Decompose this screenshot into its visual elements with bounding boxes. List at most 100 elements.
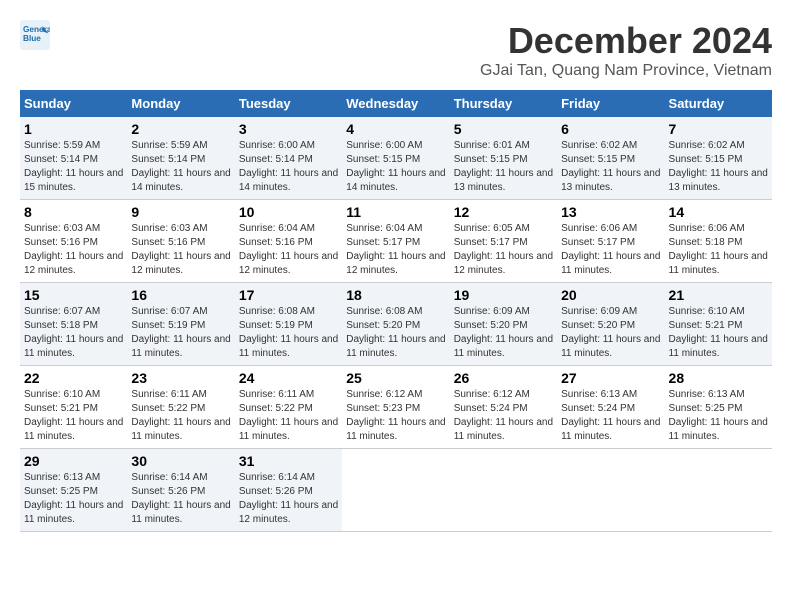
day-number: 22 <box>24 370 123 386</box>
day-number: 13 <box>561 204 660 220</box>
calendar-week-row: 15 Sunrise: 6:07 AM Sunset: 5:18 PM Dayl… <box>20 283 772 366</box>
month-title: December 2024 <box>480 20 772 62</box>
day-info: Sunrise: 6:03 AM Sunset: 5:16 PM Dayligh… <box>131 222 230 278</box>
calendar-cell: 9 Sunrise: 6:03 AM Sunset: 5:16 PM Dayli… <box>127 200 234 283</box>
day-number: 26 <box>454 370 553 386</box>
calendar-cell: 10 Sunrise: 6:04 AM Sunset: 5:16 PM Dayl… <box>235 200 342 283</box>
day-info: Sunrise: 6:07 AM Sunset: 5:19 PM Dayligh… <box>131 305 230 361</box>
weekday-header: Tuesday <box>235 90 342 117</box>
day-number: 14 <box>669 204 768 220</box>
calendar-cell: 17 Sunrise: 6:08 AM Sunset: 5:19 PM Dayl… <box>235 283 342 366</box>
day-number: 17 <box>239 287 338 303</box>
day-number: 30 <box>131 453 230 469</box>
weekday-header: Saturday <box>665 90 772 117</box>
day-info: Sunrise: 6:12 AM Sunset: 5:24 PM Dayligh… <box>454 388 553 444</box>
calendar-cell: 3 Sunrise: 6:00 AM Sunset: 5:14 PM Dayli… <box>235 117 342 200</box>
calendar-cell: 15 Sunrise: 6:07 AM Sunset: 5:18 PM Dayl… <box>20 283 127 366</box>
calendar-cell: 5 Sunrise: 6:01 AM Sunset: 5:15 PM Dayli… <box>450 117 557 200</box>
day-info: Sunrise: 5:59 AM Sunset: 5:14 PM Dayligh… <box>131 139 230 195</box>
calendar-cell: 27 Sunrise: 6:13 AM Sunset: 5:24 PM Dayl… <box>557 366 664 449</box>
day-info: Sunrise: 6:10 AM Sunset: 5:21 PM Dayligh… <box>24 388 123 444</box>
day-info: Sunrise: 6:14 AM Sunset: 5:26 PM Dayligh… <box>239 471 338 527</box>
weekday-header: Wednesday <box>342 90 449 117</box>
calendar-cell: 14 Sunrise: 6:06 AM Sunset: 5:18 PM Dayl… <box>665 200 772 283</box>
day-info: Sunrise: 6:02 AM Sunset: 5:15 PM Dayligh… <box>561 139 660 195</box>
day-number: 5 <box>454 121 553 137</box>
calendar-cell: 1 Sunrise: 5:59 AM Sunset: 5:14 PM Dayli… <box>20 117 127 200</box>
day-info: Sunrise: 6:11 AM Sunset: 5:22 PM Dayligh… <box>131 388 230 444</box>
weekday-header: Thursday <box>450 90 557 117</box>
location-title: GJai Tan, Quang Nam Province, Vietnam <box>480 62 772 80</box>
calendar-cell: 24 Sunrise: 6:11 AM Sunset: 5:22 PM Dayl… <box>235 366 342 449</box>
day-info: Sunrise: 6:09 AM Sunset: 5:20 PM Dayligh… <box>561 305 660 361</box>
day-info: Sunrise: 6:04 AM Sunset: 5:16 PM Dayligh… <box>239 222 338 278</box>
day-info: Sunrise: 6:13 AM Sunset: 5:25 PM Dayligh… <box>24 471 123 527</box>
svg-text:General: General <box>23 25 50 34</box>
day-info: Sunrise: 6:08 AM Sunset: 5:19 PM Dayligh… <box>239 305 338 361</box>
calendar-cell <box>450 449 557 532</box>
day-number: 16 <box>131 287 230 303</box>
day-info: Sunrise: 6:01 AM Sunset: 5:15 PM Dayligh… <box>454 139 553 195</box>
calendar-cell: 18 Sunrise: 6:08 AM Sunset: 5:20 PM Dayl… <box>342 283 449 366</box>
day-number: 25 <box>346 370 445 386</box>
calendar-cell: 16 Sunrise: 6:07 AM Sunset: 5:19 PM Dayl… <box>127 283 234 366</box>
calendar-cell: 25 Sunrise: 6:12 AM Sunset: 5:23 PM Dayl… <box>342 366 449 449</box>
day-number: 27 <box>561 370 660 386</box>
weekday-header-row: SundayMondayTuesdayWednesdayThursdayFrid… <box>20 90 772 117</box>
calendar-cell: 29 Sunrise: 6:13 AM Sunset: 5:25 PM Dayl… <box>20 449 127 532</box>
calendar-cell: 6 Sunrise: 6:02 AM Sunset: 5:15 PM Dayli… <box>557 117 664 200</box>
page-header: General Blue December 2024 GJai Tan, Qua… <box>20 20 772 80</box>
calendar-week-row: 8 Sunrise: 6:03 AM Sunset: 5:16 PM Dayli… <box>20 200 772 283</box>
day-number: 19 <box>454 287 553 303</box>
day-info: Sunrise: 6:06 AM Sunset: 5:18 PM Dayligh… <box>669 222 768 278</box>
weekday-header: Monday <box>127 90 234 117</box>
day-info: Sunrise: 6:08 AM Sunset: 5:20 PM Dayligh… <box>346 305 445 361</box>
calendar-cell: 26 Sunrise: 6:12 AM Sunset: 5:24 PM Dayl… <box>450 366 557 449</box>
calendar-cell: 7 Sunrise: 6:02 AM Sunset: 5:15 PM Dayli… <box>665 117 772 200</box>
calendar-cell: 2 Sunrise: 5:59 AM Sunset: 5:14 PM Dayli… <box>127 117 234 200</box>
day-info: Sunrise: 6:02 AM Sunset: 5:15 PM Dayligh… <box>669 139 768 195</box>
day-number: 4 <box>346 121 445 137</box>
calendar-cell <box>665 449 772 532</box>
day-info: Sunrise: 6:13 AM Sunset: 5:25 PM Dayligh… <box>669 388 768 444</box>
calendar-cell: 23 Sunrise: 6:11 AM Sunset: 5:22 PM Dayl… <box>127 366 234 449</box>
day-info: Sunrise: 5:59 AM Sunset: 5:14 PM Dayligh… <box>24 139 123 195</box>
day-number: 11 <box>346 204 445 220</box>
day-number: 29 <box>24 453 123 469</box>
calendar-cell: 11 Sunrise: 6:04 AM Sunset: 5:17 PM Dayl… <box>342 200 449 283</box>
day-number: 23 <box>131 370 230 386</box>
day-number: 2 <box>131 121 230 137</box>
day-info: Sunrise: 6:00 AM Sunset: 5:15 PM Dayligh… <box>346 139 445 195</box>
calendar-week-row: 29 Sunrise: 6:13 AM Sunset: 5:25 PM Dayl… <box>20 449 772 532</box>
day-info: Sunrise: 6:03 AM Sunset: 5:16 PM Dayligh… <box>24 222 123 278</box>
calendar-cell: 21 Sunrise: 6:10 AM Sunset: 5:21 PM Dayl… <box>665 283 772 366</box>
logo: General Blue <box>20 20 50 50</box>
day-number: 6 <box>561 121 660 137</box>
day-number: 9 <box>131 204 230 220</box>
day-info: Sunrise: 6:14 AM Sunset: 5:26 PM Dayligh… <box>131 471 230 527</box>
calendar-cell: 4 Sunrise: 6:00 AM Sunset: 5:15 PM Dayli… <box>342 117 449 200</box>
calendar-week-row: 1 Sunrise: 5:59 AM Sunset: 5:14 PM Dayli… <box>20 117 772 200</box>
day-info: Sunrise: 6:10 AM Sunset: 5:21 PM Dayligh… <box>669 305 768 361</box>
day-number: 7 <box>669 121 768 137</box>
logo-icon: General Blue <box>20 20 50 50</box>
weekday-header: Sunday <box>20 90 127 117</box>
calendar-cell: 8 Sunrise: 6:03 AM Sunset: 5:16 PM Dayli… <box>20 200 127 283</box>
day-number: 15 <box>24 287 123 303</box>
calendar-cell: 28 Sunrise: 6:13 AM Sunset: 5:25 PM Dayl… <box>665 366 772 449</box>
day-info: Sunrise: 6:13 AM Sunset: 5:24 PM Dayligh… <box>561 388 660 444</box>
day-number: 21 <box>669 287 768 303</box>
day-number: 24 <box>239 370 338 386</box>
day-number: 3 <box>239 121 338 137</box>
day-number: 18 <box>346 287 445 303</box>
day-number: 28 <box>669 370 768 386</box>
day-info: Sunrise: 6:00 AM Sunset: 5:14 PM Dayligh… <box>239 139 338 195</box>
calendar-cell: 19 Sunrise: 6:09 AM Sunset: 5:20 PM Dayl… <box>450 283 557 366</box>
day-info: Sunrise: 6:07 AM Sunset: 5:18 PM Dayligh… <box>24 305 123 361</box>
calendar-cell <box>557 449 664 532</box>
day-number: 10 <box>239 204 338 220</box>
day-number: 1 <box>24 121 123 137</box>
weekday-header: Friday <box>557 90 664 117</box>
calendar-week-row: 22 Sunrise: 6:10 AM Sunset: 5:21 PM Dayl… <box>20 366 772 449</box>
day-info: Sunrise: 6:06 AM Sunset: 5:17 PM Dayligh… <box>561 222 660 278</box>
